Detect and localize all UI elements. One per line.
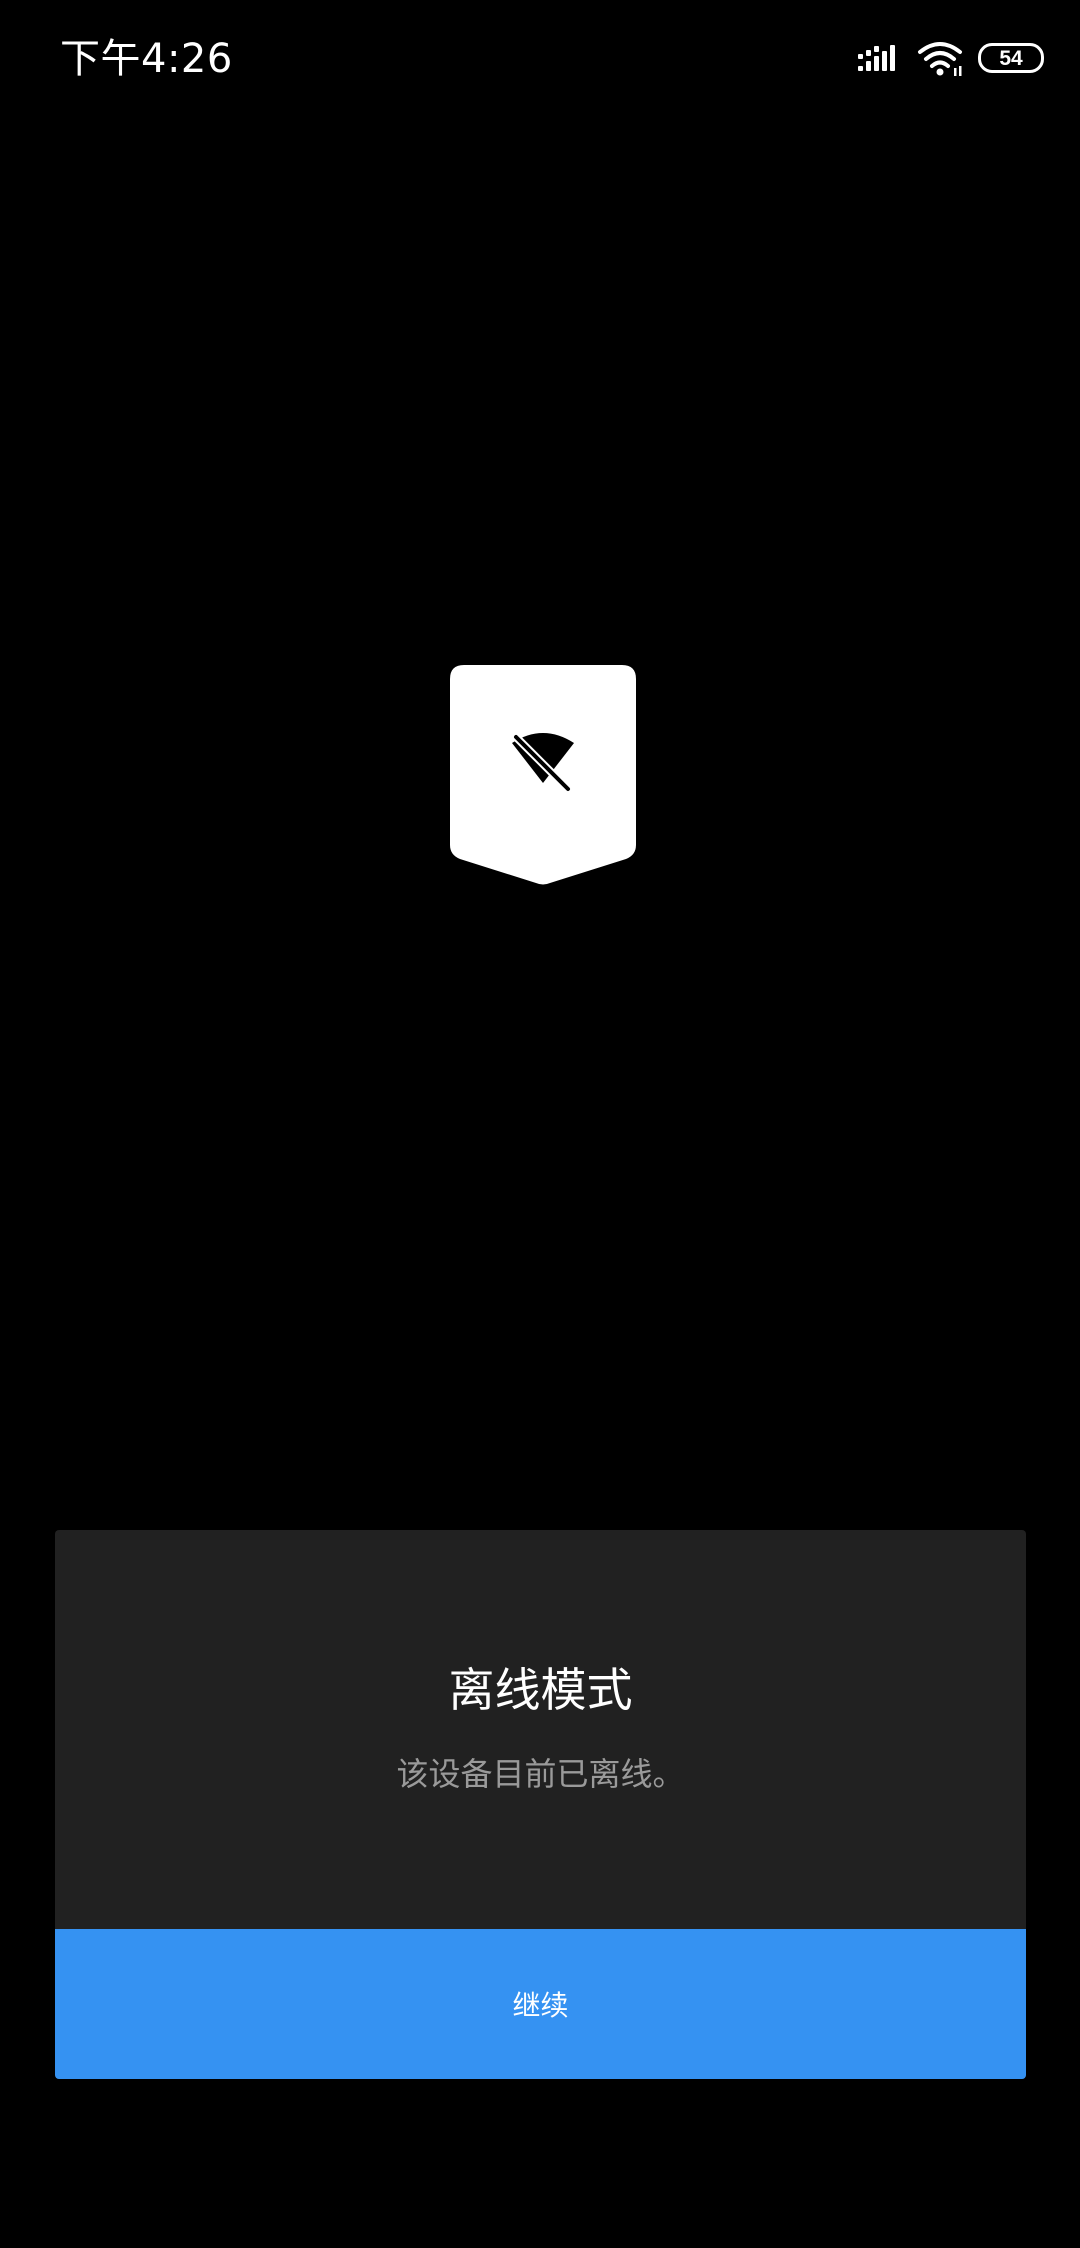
signal-icon bbox=[858, 45, 895, 71]
offline-badge bbox=[450, 665, 636, 885]
offline-dialog: 离线模式 该设备目前已离线。 继续 bbox=[55, 1530, 1026, 2079]
status-icons: 54 bbox=[858, 38, 1044, 78]
screen: 下午4:26 54 离线模式 该设备目前已离线。 继续 bbox=[0, 0, 1080, 2248]
status-time: 下午4:26 bbox=[60, 36, 233, 82]
dialog-title: 离线模式 bbox=[448, 1663, 633, 1717]
continue-button[interactable]: 继续 bbox=[55, 1929, 1026, 2079]
battery-level: 54 bbox=[999, 46, 1023, 70]
dialog-message: 该设备目前已离线。 bbox=[396, 1755, 685, 1793]
wifi-icon bbox=[918, 42, 962, 76]
battery-icon: 54 bbox=[978, 43, 1044, 73]
status-bar: 下午4:26 54 bbox=[0, 0, 1080, 120]
